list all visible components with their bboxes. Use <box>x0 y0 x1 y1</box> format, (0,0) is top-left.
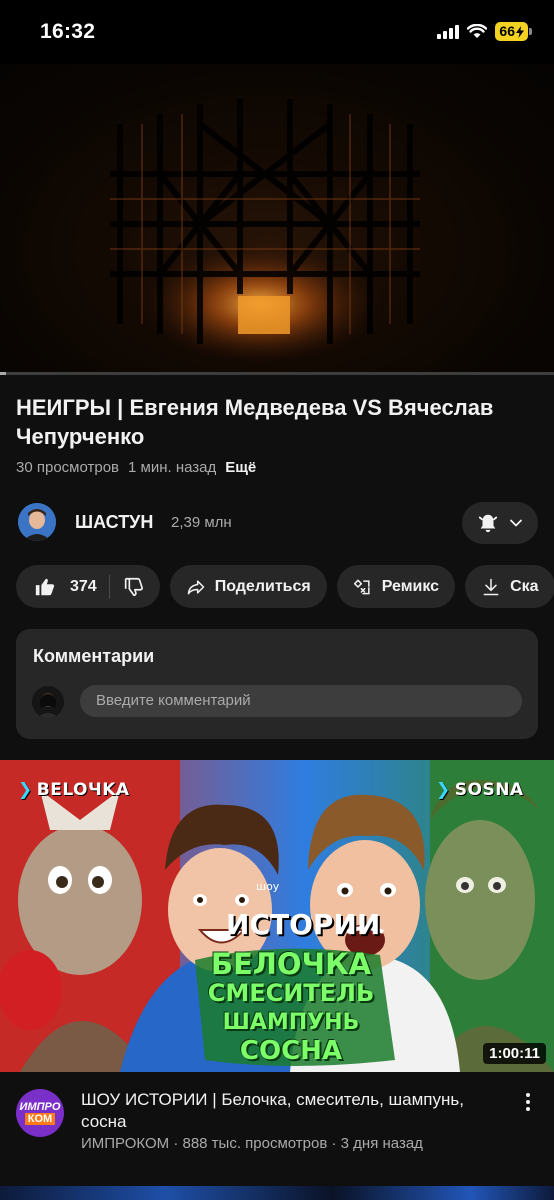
video-title[interactable]: НЕИГРЫ | Евгения Медведева VS Вячеслав Ч… <box>16 393 541 451</box>
more-options-icon[interactable] <box>518 1090 538 1114</box>
dislike-button[interactable] <box>122 576 144 598</box>
recommended-views: 888 тыс. просмотров <box>182 1135 328 1152</box>
video-player[interactable] <box>0 64 554 374</box>
upload-age: 1 мин. назад <box>128 459 217 476</box>
chevron-right-icon: ❯ <box>436 780 451 800</box>
chip-divider <box>108 574 110 599</box>
description-more-link[interactable]: Ещё <box>225 459 256 476</box>
video-progress-fill <box>0 372 6 375</box>
thumbnail-left-tag: ❯ BELOЧKA <box>18 780 130 800</box>
thumbs-up-icon <box>35 578 55 595</box>
comments-title: Комментарии <box>33 646 155 666</box>
recommended-video-title[interactable]: ШОУ ИСТОРИИ | Белочка, смеситель, шампун… <box>81 1089 501 1133</box>
battery-indicator: 66 <box>495 22 532 41</box>
remix-button[interactable]: Ремикс <box>336 565 456 608</box>
action-chips: 374 Поделиться Ремикс Ска <box>16 565 554 608</box>
share-button[interactable]: Поделиться <box>169 565 327 608</box>
thumbnail-right-tag: ❯ SOSNA <box>436 780 524 800</box>
channel-avatar-image <box>18 503 56 541</box>
bell-icon <box>478 514 498 533</box>
view-count: 30 просмотров <box>16 459 120 476</box>
status-time: 16:32 <box>40 20 96 43</box>
chevron-right-icon: ❯ <box>18 780 33 800</box>
user-avatar <box>32 686 64 718</box>
thumbs-down-icon <box>124 577 143 596</box>
charging-bolt-icon <box>516 25 524 38</box>
channel-name[interactable]: ШАСТУН <box>75 512 153 533</box>
channel-avatar[interactable] <box>18 503 56 541</box>
chevron-down-icon <box>510 519 522 527</box>
recommended-thumbnail[interactable]: ❯ BELOЧKA ❯ SOSNA шоу ИСТОРИИ БЕЛОЧКА СМ… <box>0 760 554 1072</box>
download-icon <box>483 578 499 595</box>
comment-input[interactable]: Введите комментарий <box>80 685 522 717</box>
like-button[interactable]: 374 <box>34 576 109 598</box>
status-bar: 16:32 66 <box>0 0 554 64</box>
recommended-channel-avatar[interactable]: ИМПРО КОМ <box>16 1089 64 1137</box>
remix-label: Ремикс <box>381 577 440 595</box>
share-label: Поделиться <box>214 577 311 595</box>
recommended-age: 3 дня назад <box>340 1135 423 1152</box>
cellular-signal-icon <box>437 24 460 39</box>
video-progress-bar[interactable] <box>0 372 554 375</box>
share-icon <box>187 579 204 594</box>
video-meta[interactable]: 30 просмотров 1 мин. назад Ещё <box>16 459 256 476</box>
thumbnail-show-small: шоу <box>256 880 280 893</box>
battery-level: 66 <box>499 23 515 39</box>
download-button[interactable]: Ска <box>465 565 554 608</box>
thumbnail-show-logo: ИСТОРИИ <box>226 908 381 941</box>
recommended-channel-name: ИМПРОКОМ <box>81 1135 170 1152</box>
subscriber-count: 2,39 млн <box>171 514 232 531</box>
video-frame-scaffold <box>0 64 554 374</box>
download-label: Ска <box>510 577 539 595</box>
remix-icon <box>353 579 370 594</box>
avatar-text-bottom: КОМ <box>24 1112 56 1125</box>
like-dislike-chip: 374 <box>16 565 160 608</box>
next-video-thumbnail[interactable] <box>0 1186 554 1200</box>
wifi-icon <box>467 24 488 38</box>
status-icons: 66 <box>437 22 532 41</box>
comments-card[interactable]: Комментарии Введите комментарий <box>16 629 538 739</box>
thumbnail-words: БЕЛОЧКА СМЕСИТЕЛЬ ШАМПУНЬ СОСНА <box>207 947 375 1066</box>
video-duration: 1:00:11 <box>483 1043 546 1064</box>
like-count: 374 <box>70 577 97 595</box>
recommended-video-meta: ИМПРОКОМ · 888 тыс. просмотров · 3 дня н… <box>81 1135 423 1152</box>
avatar-text-top: ИМПРО <box>19 1100 61 1113</box>
notification-bell-button[interactable] <box>462 502 538 544</box>
